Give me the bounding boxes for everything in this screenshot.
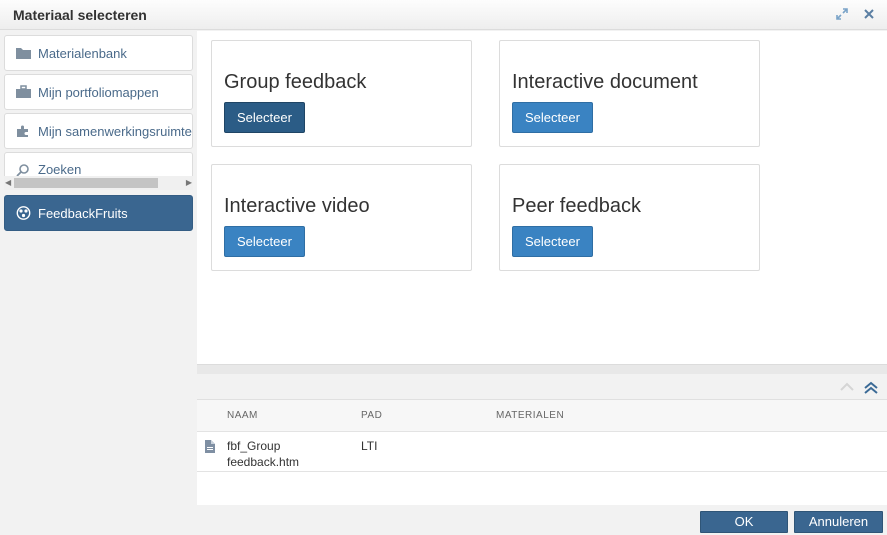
- select-button[interactable]: Selecteer: [224, 226, 305, 257]
- folder-icon: [16, 48, 31, 59]
- tool-grid: Group feedback Selecteer Interactive doc…: [197, 31, 887, 364]
- file-path: LTI: [361, 439, 378, 453]
- select-button[interactable]: Selecteer: [512, 102, 593, 133]
- tool-card-title: Peer feedback: [512, 195, 641, 217]
- dialog-titlebar: Materiaal selecteren: [0, 0, 887, 30]
- sidebar-scrollbar[interactable]: ◀ ▶: [4, 176, 193, 190]
- close-icon[interactable]: [862, 7, 876, 21]
- dialog-footer: OK Annuleren: [0, 505, 887, 535]
- scrollbar-thumb[interactable]: [14, 178, 158, 188]
- dialog-title: Materiaal selecteren: [13, 7, 147, 23]
- file-name-line-1: fbf_Group: [227, 439, 281, 453]
- ok-button[interactable]: OK: [700, 511, 788, 533]
- chevron-up-icon[interactable]: [839, 380, 855, 394]
- briefcase-icon: [16, 85, 31, 98]
- tool-card-title: Interactive video: [224, 195, 370, 217]
- select-button[interactable]: Selecteer: [512, 226, 593, 257]
- table-header: NAAM PAD MATERIALEN: [197, 400, 887, 432]
- sidebar-item-zoeken[interactable]: Zoeken: [4, 152, 193, 179]
- panel-splitter[interactable]: [197, 364, 887, 374]
- tool-card-interactive-video: Interactive video Selecteer: [211, 164, 472, 271]
- file-icon: [205, 440, 215, 453]
- sidebar-item-samenwerkingsruimten[interactable]: Mijn samenwerkingsruimten: [4, 113, 193, 149]
- select-button[interactable]: Selecteer: [224, 102, 305, 133]
- column-header-naam[interactable]: NAAM: [227, 410, 258, 421]
- column-header-pad[interactable]: PAD: [361, 410, 382, 421]
- sidebar-item-materialenbank[interactable]: Materialenbank: [4, 35, 193, 71]
- file-name: fbf_Group feedback.htm: [227, 438, 299, 470]
- table-row[interactable]: fbf_Group feedback.htm LTI: [197, 432, 887, 472]
- scroll-left-icon[interactable]: ◀: [5, 179, 11, 187]
- file-name-line-2: feedback.htm: [227, 455, 300, 469]
- sidebar-item-label: Mijn samenwerkingsruimten: [38, 123, 193, 139]
- selection-panel: NAAM PAD MATERIALEN fbf_Group feedback.h…: [197, 374, 887, 505]
- puzzle-icon: [17, 125, 28, 137]
- column-header-materialen[interactable]: MATERIALEN: [496, 410, 564, 421]
- selection-toolbar: [197, 374, 887, 400]
- sidebar-item-label: Mijn portfoliomappen: [38, 84, 159, 100]
- tool-card-peer-feedback: Peer feedback Selecteer: [499, 164, 760, 271]
- cancel-button[interactable]: Annuleren: [794, 511, 883, 533]
- feedbackfruits-icon: [16, 206, 31, 220]
- sidebar-item-label: FeedbackFruits: [38, 205, 128, 221]
- tool-card-title: Group feedback: [224, 71, 367, 93]
- search-icon: [16, 164, 29, 177]
- double-chevron-up-icon[interactable]: [863, 380, 879, 394]
- expand-icon[interactable]: [835, 7, 849, 21]
- tool-card-title: Interactive document: [512, 71, 698, 93]
- sidebar-item-portfoliomappen[interactable]: Mijn portfoliomappen: [4, 74, 193, 110]
- tool-card-group-feedback: Group feedback Selecteer: [211, 40, 472, 147]
- scroll-right-icon[interactable]: ▶: [186, 179, 192, 187]
- sidebar-item-label: Materialenbank: [38, 45, 127, 61]
- tool-card-interactive-document: Interactive document Selecteer: [499, 40, 760, 147]
- sidebar: Materialenbank Mijn portfoliomappen Mijn…: [0, 31, 197, 505]
- sidebar-item-label: Zoeken: [38, 162, 82, 177]
- sidebar-item-feedbackfruits[interactable]: FeedbackFruits: [4, 195, 193, 231]
